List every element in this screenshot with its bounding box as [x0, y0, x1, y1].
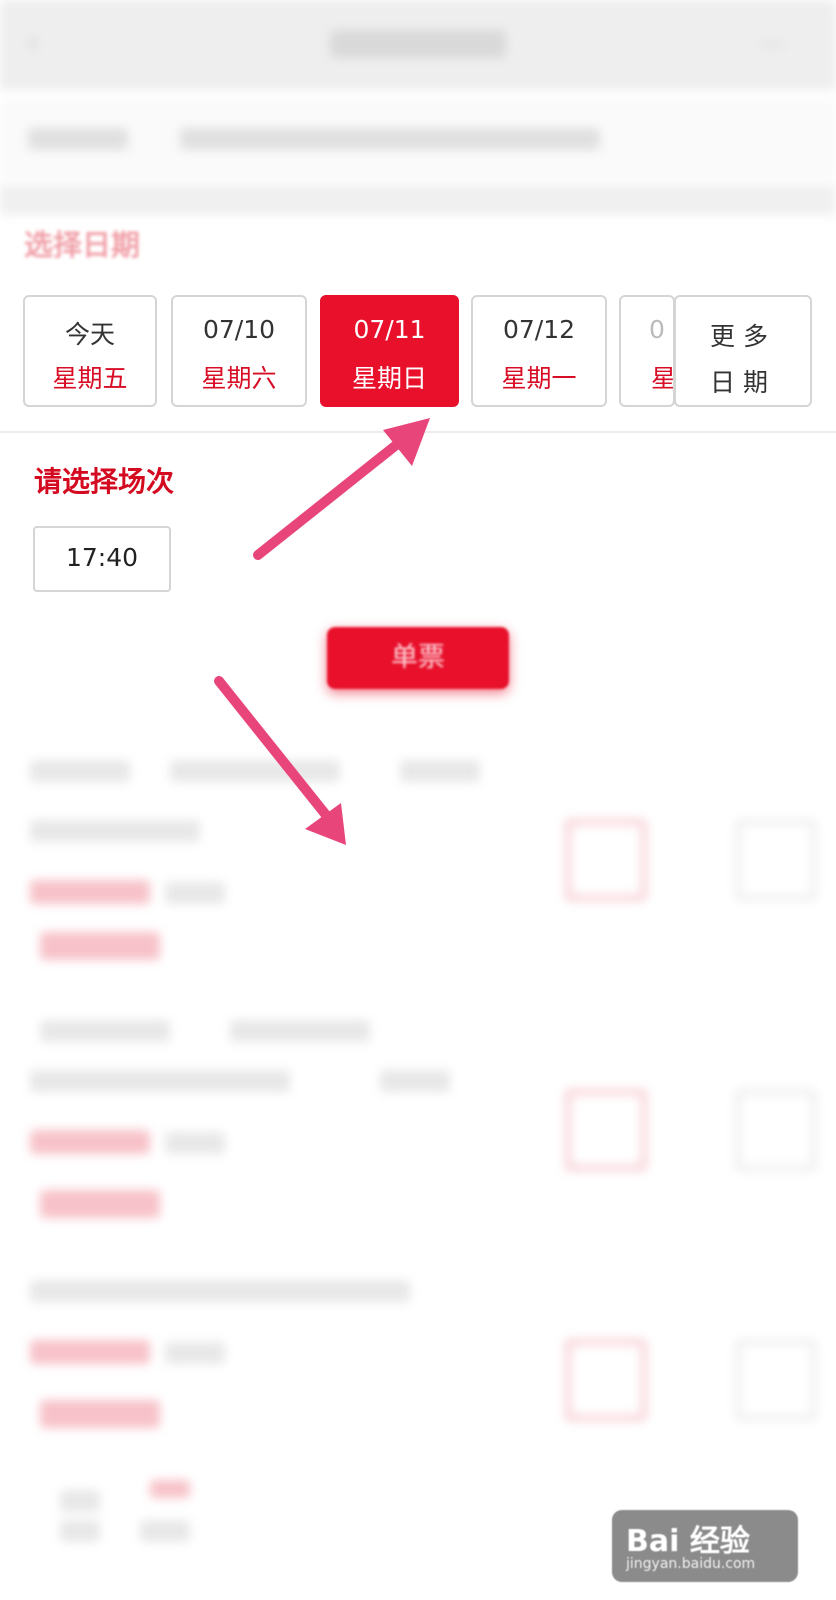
arrow-to-ticket-list — [214, 676, 346, 845]
watermark-url: jingyan.baidu.com — [626, 1556, 756, 1572]
annotation-arrows — [214, 418, 430, 845]
baidu-jingyan-watermark: Bai 经验 jingyan.baidu.com — [612, 1510, 798, 1582]
arrow-to-selected-date — [253, 418, 430, 560]
watermark-logo: Bai 经验 — [626, 1524, 750, 1559]
